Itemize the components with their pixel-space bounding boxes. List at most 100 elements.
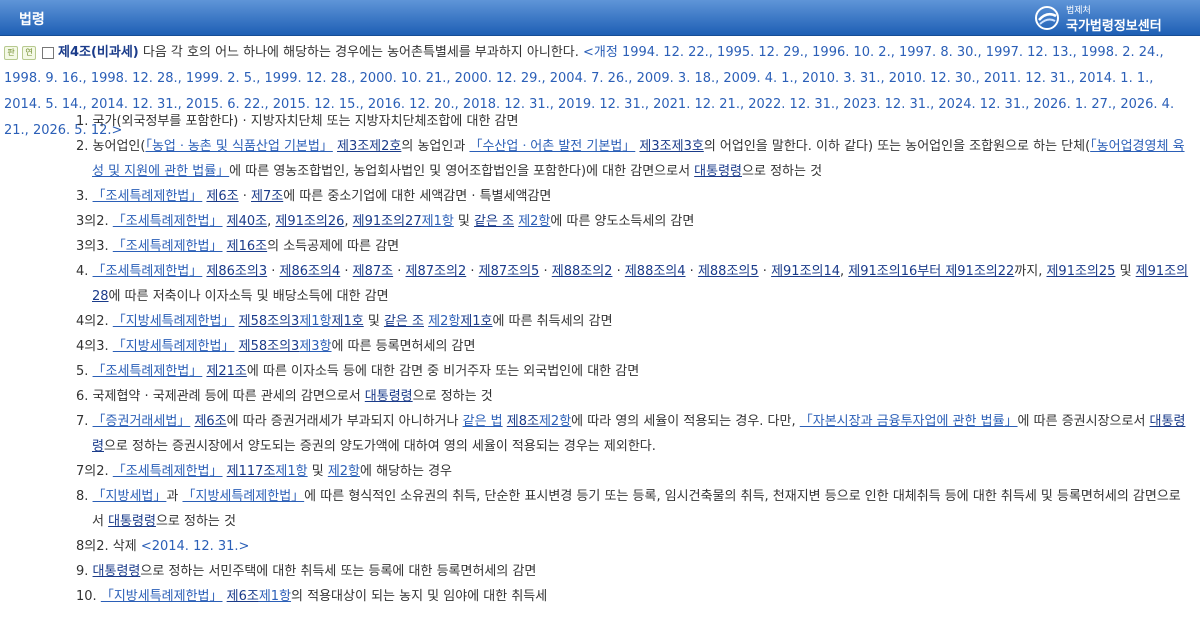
page-title: 법령 — [19, 12, 45, 28]
item-text: · — [539, 264, 552, 279]
item-text: 의 소득공제에 따른 감면 — [267, 239, 400, 254]
item-text: 에 따른 저축이나 이자소득 및 배당소득에 대한 감면 — [108, 289, 389, 304]
article-link[interactable]: 제3조제3호 — [639, 139, 703, 154]
paragraph-link[interactable]: 제1항 — [259, 589, 291, 604]
paragraph-link[interactable]: 제1항 — [299, 314, 331, 329]
law-link[interactable]: 「조세특례제한법」 — [93, 264, 203, 279]
article-link[interactable]: 제87조의2 — [406, 264, 467, 279]
paragraph-link[interactable]: 제2항 — [428, 314, 460, 329]
paragraph-link[interactable]: 제1항 — [422, 214, 454, 229]
article-link[interactable]: 제3조제2호 — [337, 139, 401, 154]
item-text: 과 — [166, 489, 183, 504]
law-link[interactable]: 「지방세법」 — [93, 489, 167, 504]
item-text: 에 따라 영의 세율이 적용되는 경우. 다만, — [571, 414, 800, 429]
law-link[interactable]: 「지방세특례제한법」 — [113, 314, 235, 329]
item-text: 에 따른 중소기업에 대한 세액감면 · 특별세액감면 — [283, 189, 552, 204]
article-link[interactable]: 제16조 — [227, 239, 267, 254]
item-text: 7의2. — [76, 464, 113, 479]
item-text: 에 따른 증권시장으로서 — [1017, 414, 1150, 429]
law-link[interactable]: 「조세특례제한법」 — [93, 189, 203, 204]
article-link[interactable]: 같은 조 — [384, 314, 424, 329]
list-item: 3의3. 「조세특례제한법」 제16조의 소득공제에 따른 감면 — [76, 234, 1190, 259]
article-link[interactable]: 제87조의5 — [479, 264, 540, 279]
article-link[interactable]: 제86조의4 — [280, 264, 341, 279]
subparagraph-link[interactable]: 제1호 — [460, 314, 492, 329]
law-content: 판 연 제4조(비과세) 다음 각 호의 어느 하나에 해당하는 경우에는 농어촌특… — [0, 36, 1200, 630]
list-item: 4의2. 「지방세특례제한법」 제58조의3제1항제1호 및 같은 조 제2항제… — [76, 309, 1190, 334]
decree-link[interactable]: 대통령령 — [108, 514, 156, 529]
deletion-date: <2014. 12. 31.> — [140, 539, 250, 554]
item-text: 으로 정하는 것 — [155, 514, 236, 529]
item-text: 4의3. — [76, 339, 113, 354]
item-text: 및 — [307, 464, 328, 479]
item-text: · — [685, 264, 698, 279]
article-link[interactable]: 제88조의5 — [698, 264, 759, 279]
law-link[interactable]: 「지방세특례제한법」 — [101, 589, 223, 604]
article-link[interactable]: 같은 법 — [463, 414, 503, 429]
paragraph-link[interactable]: 제2항 — [328, 464, 360, 479]
article-link[interactable]: 제88조의2 — [552, 264, 613, 279]
article-link[interactable]: 제58조의3 — [239, 339, 300, 354]
article-link[interactable]: 제91조의25 — [1046, 264, 1115, 279]
list-item: 8의2. 삭제 <2014. 12. 31.> — [76, 534, 1190, 559]
header-bar: 법령 법제처 국가법령정보센터 — [0, 0, 1200, 36]
law-link[interactable]: 「증권거래세법」 — [93, 414, 191, 429]
item-text: 1. 국가(외국정부를 포함한다) · 지방자치단체 또는 지방자치단체조합에 … — [76, 114, 519, 129]
item-text: 에 따른 양도소득세의 감면 — [550, 214, 695, 229]
law-link[interactable]: 「지방세특례제한법」 — [113, 339, 235, 354]
article-link[interactable]: 제86조의3 — [206, 264, 267, 279]
article-link[interactable]: 같은 조 — [474, 214, 514, 229]
paragraph-link[interactable]: 제2항 — [539, 414, 571, 429]
list-item: 8. 「지방세법」과 「지방세특례제한법」에 따른 형식적인 소유권의 취득, … — [76, 484, 1190, 534]
law-link[interactable]: 「조세특례제한법」 — [113, 214, 223, 229]
item-list: 1. 국가(외국정부를 포함한다) · 지방자치단체 또는 지방자치단체조합에 … — [76, 109, 1190, 609]
item-text: 의 적용대상이 되는 농지 및 임야에 대한 취득세 — [291, 589, 548, 604]
paragraph-link[interactable]: 제1항 — [275, 464, 307, 479]
law-link[interactable]: 「자본시장과 금융투자업에 관한 법률」 — [800, 414, 1018, 429]
article-link[interactable]: 제7조 — [251, 189, 283, 204]
article-link[interactable]: 제8조 — [507, 414, 539, 429]
paragraph-link[interactable]: 제2항 — [518, 214, 550, 229]
logo-site-name: 국가법령정보센터 — [1066, 19, 1162, 34]
decree-link[interactable]: 대통령령 — [365, 389, 413, 404]
site-logo[interactable]: 법제처 국가법령정보센터 — [1034, 3, 1184, 34]
list-item: 6. 국제협약 · 국제관례 등에 따른 관세의 감면으로서 대통령령으로 정하… — [76, 384, 1190, 409]
article-link[interactable]: 제91조의14 — [771, 264, 840, 279]
article-link[interactable]: 제6조 — [206, 189, 238, 204]
article-link[interactable]: 제91조의16부터 제91조의22 — [848, 264, 1014, 279]
article-link[interactable]: 제91조의27 — [353, 214, 422, 229]
law-link[interactable]: 「조세특례제한법」 — [93, 364, 203, 379]
article-link[interactable]: 제91조의26 — [275, 214, 344, 229]
article-link[interactable]: 제40조 — [227, 214, 267, 229]
article-link[interactable]: 제117조 — [227, 464, 276, 479]
item-text: · — [612, 264, 625, 279]
article-number: 제4조(비과세) — [58, 45, 139, 60]
article-checkbox[interactable] — [42, 46, 54, 59]
logo-swirl-icon — [1035, 6, 1059, 30]
law-link[interactable]: 「지방세특례제한법」 — [182, 489, 304, 504]
decree-link[interactable]: 대통령령 — [694, 164, 742, 179]
article-link[interactable]: 제21조 — [206, 364, 246, 379]
item-text: 에 해당하는 경우 — [360, 464, 453, 479]
article-link[interactable]: 제6조 — [194, 414, 226, 429]
subparagraph-link[interactable]: 제1호 — [332, 314, 364, 329]
article-link[interactable]: 제87조 — [353, 264, 393, 279]
law-link[interactable]: 「조세특례제한법」 — [113, 464, 223, 479]
paragraph-link[interactable]: 제3항 — [299, 339, 331, 354]
law-link[interactable]: 「농업ㆍ농촌 및 식품산업 기본법」 — [145, 139, 332, 154]
item-text: 에 따른 취득세의 감면 — [492, 314, 613, 329]
badge-precedent[interactable]: 판 — [4, 45, 18, 60]
article-link[interactable]: 제88조의4 — [625, 264, 686, 279]
item-text: 의 어업인을 말한다. 이하 같다) 또는 농어업인을 조합원으로 하는 단체( — [703, 139, 1091, 154]
list-item: 3. 「조세특례제한법」 제6조 · 제7조에 따른 중소기업에 대한 세액감면… — [76, 184, 1190, 209]
article-link[interactable]: 제58조의3 — [239, 314, 300, 329]
list-item: 1. 국가(외국정부를 포함한다) · 지방자치단체 또는 지방자치단체조합에 … — [76, 109, 1190, 134]
item-text: 9. — [76, 564, 93, 579]
article-link[interactable]: 제6조 — [227, 589, 259, 604]
law-link[interactable]: 「수산업ㆍ어촌 발전 기본법」 — [469, 139, 635, 154]
decree-link[interactable]: 대통령령 — [93, 564, 141, 579]
law-link[interactable]: 「조세특례제한법」 — [113, 239, 223, 254]
item-text: 8의2. 삭제 — [76, 539, 141, 554]
badge-history[interactable]: 연 — [22, 45, 36, 60]
item-text: 의 농업인과 — [401, 139, 470, 154]
